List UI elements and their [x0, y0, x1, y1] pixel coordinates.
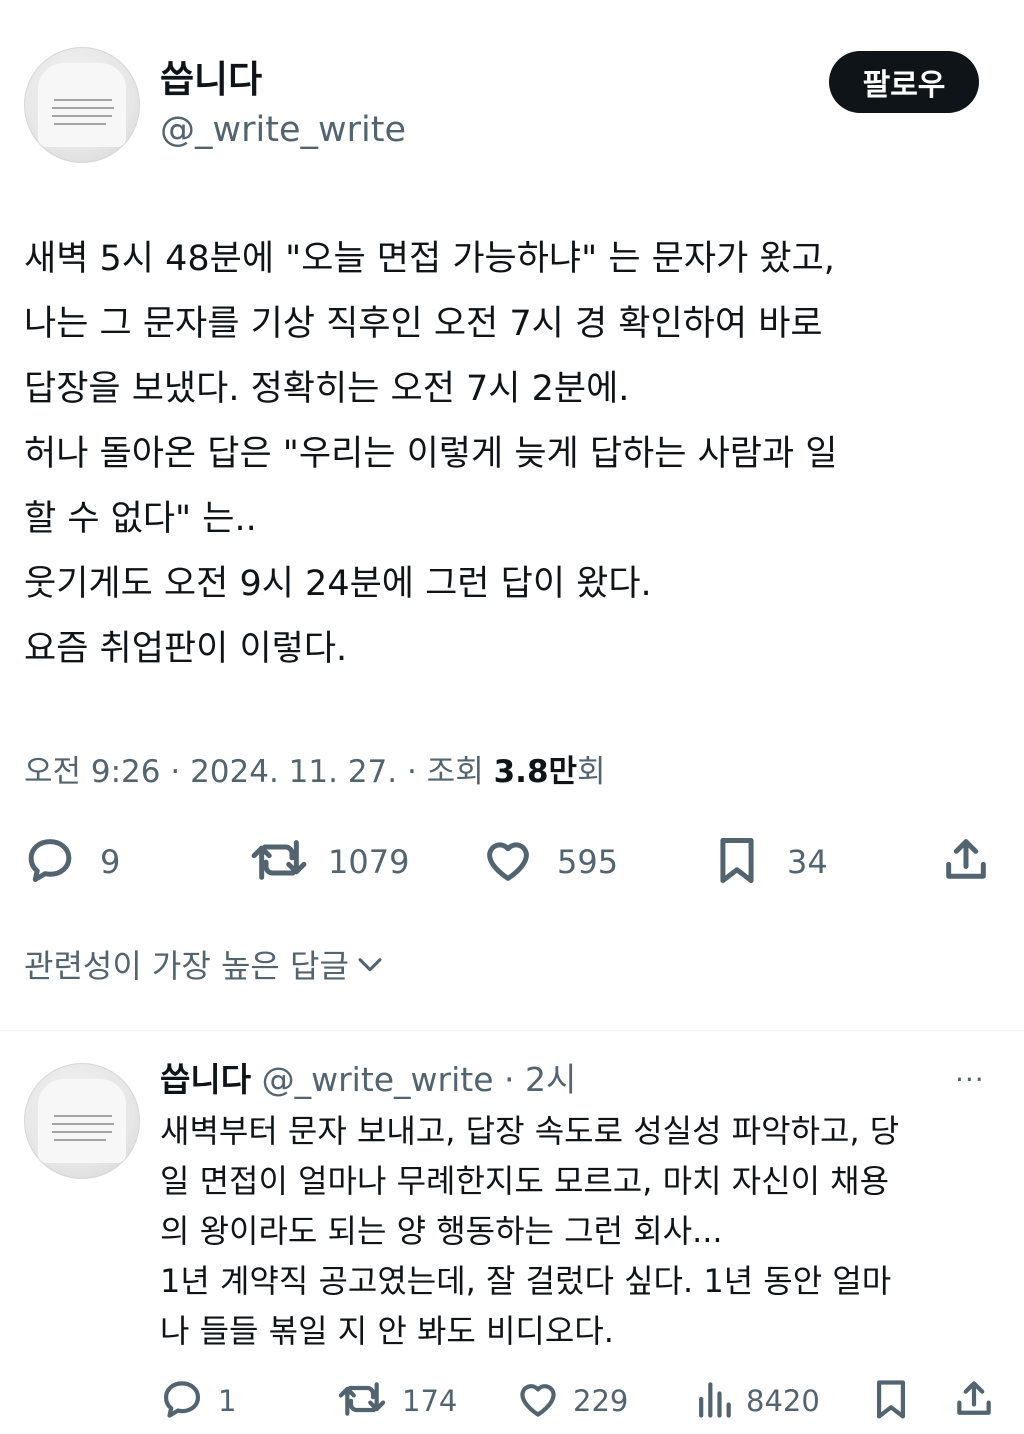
retweet-icon	[336, 1377, 388, 1425]
reply-sort-selector[interactable]: 관련성이 가장 높은 답글	[24, 943, 387, 989]
reply-text-line: 나 들들 볶일 지 안 봐도 비디오다.	[160, 1312, 614, 1350]
retweet-count: 1079	[328, 843, 410, 881]
tweet-text-line: 할 수 없다" 는..	[24, 499, 257, 539]
follow-button[interactable]: 팔로우	[829, 51, 979, 113]
views-icon	[694, 1377, 734, 1425]
tweet-body: 새벽 5시 48분에 "오늘 면접 가능하냐" 는 문자가 왔고, 나는 그 문…	[24, 227, 1014, 682]
reply-text-line: 새벽부터 문자 보내고, 답장 속도로 성실성 파악하고, 당	[160, 1112, 900, 1150]
tweet-text-line: 답장을 보냈다. 정확히는 오전 7시 2분에.	[24, 369, 630, 409]
reply-time[interactable]: · 2시	[494, 1060, 576, 1099]
reply-count: 9	[100, 843, 121, 881]
reply-header: 씁니다 @_write_write · 2시	[160, 1056, 576, 1104]
reply-reply-button[interactable]: 1	[160, 1378, 236, 1424]
share-icon	[940, 834, 992, 890]
reply-views-count: 8420	[746, 1384, 820, 1418]
reply-like-count: 229	[573, 1384, 629, 1418]
reply-retweet-button[interactable]: 174	[336, 1378, 457, 1424]
reply-icon	[160, 1377, 204, 1425]
section-divider	[0, 1030, 1024, 1031]
tweet-text-line: 요즘 취업판이 이렇다.	[24, 629, 348, 669]
avatar-shirt-image	[37, 63, 127, 147]
author-handle[interactable]: @_write_write	[160, 106, 406, 154]
bookmark-icon	[870, 1377, 912, 1425]
like-count: 595	[557, 843, 619, 881]
tweet-meta: 오전 9:26 · 2024. 11. 27. · 조회 3.8만회	[24, 750, 606, 794]
reply-text-line: 1년 계약직 공고였는데, 잘 걸렀다 싶다. 1년 동안 얼마	[160, 1262, 892, 1300]
reply-reply-count: 1	[218, 1384, 237, 1418]
avatar-shirt-image	[37, 1079, 127, 1163]
reply-author-avatar[interactable]	[24, 1063, 140, 1179]
heart-icon	[515, 1377, 561, 1425]
reply-author-name[interactable]: 씁니다	[160, 1060, 251, 1099]
tweet-text-line: 새벽 5시 48분에 "오늘 면접 가능하냐" 는 문자가 왔고,	[24, 239, 835, 279]
view-suffix: 회	[577, 754, 606, 790]
reply-bookmark-button[interactable]	[870, 1378, 912, 1424]
bookmark-button[interactable]: 34	[713, 834, 828, 890]
bookmark-icon	[713, 834, 761, 890]
tweet-timestamp[interactable]: 오전 9:26 · 2024. 11. 27. · 조회	[24, 754, 494, 790]
reply-author-handle[interactable]: @_write_write	[262, 1060, 494, 1099]
chevron-down-icon	[353, 947, 387, 985]
reply-icon	[24, 834, 76, 890]
like-button[interactable]: 595	[481, 834, 618, 890]
reply-views-button[interactable]: 8420	[694, 1378, 820, 1424]
view-count: 3.8만	[493, 754, 578, 790]
author-avatar[interactable]	[24, 47, 140, 163]
reply-text-line: 일 면접이 얼마나 무례한지도 모르고, 마치 자신이 채용	[160, 1162, 890, 1200]
share-button[interactable]	[940, 834, 992, 890]
tweet-text-line: 웃기게도 오전 9시 24분에 그런 답이 왔다.	[24, 564, 652, 604]
heart-icon	[481, 834, 535, 890]
reply-body: 새벽부터 문자 보내고, 답장 속도로 성실성 파악하고, 당 일 면접이 얼마…	[160, 1106, 1010, 1356]
reply-share-button[interactable]	[952, 1378, 996, 1424]
author-name[interactable]: 씁니다	[160, 56, 262, 104]
reply-retweet-count: 174	[402, 1384, 458, 1418]
retweet-icon	[248, 834, 310, 890]
tweet-text-line: 나는 그 문자를 기상 직후인 오전 7시 경 확인하여 바로	[24, 304, 823, 344]
reply-text-line: 의 왕이라도 되는 양 행동하는 그런 회사...	[160, 1212, 723, 1250]
bookmark-count: 34	[787, 843, 828, 881]
tweet-text-line: 허나 돌아온 답은 "우리는 이렇게 늦게 답하는 사람과 일	[24, 434, 838, 474]
reply-like-button[interactable]: 229	[515, 1378, 628, 1424]
reply-sort-label: 관련성이 가장 높은 답글	[24, 947, 349, 985]
reply-button[interactable]: 9	[24, 834, 120, 890]
retweet-button[interactable]: 1079	[248, 834, 409, 890]
more-options-icon[interactable]: ···	[955, 1060, 985, 1100]
share-icon	[952, 1377, 996, 1425]
